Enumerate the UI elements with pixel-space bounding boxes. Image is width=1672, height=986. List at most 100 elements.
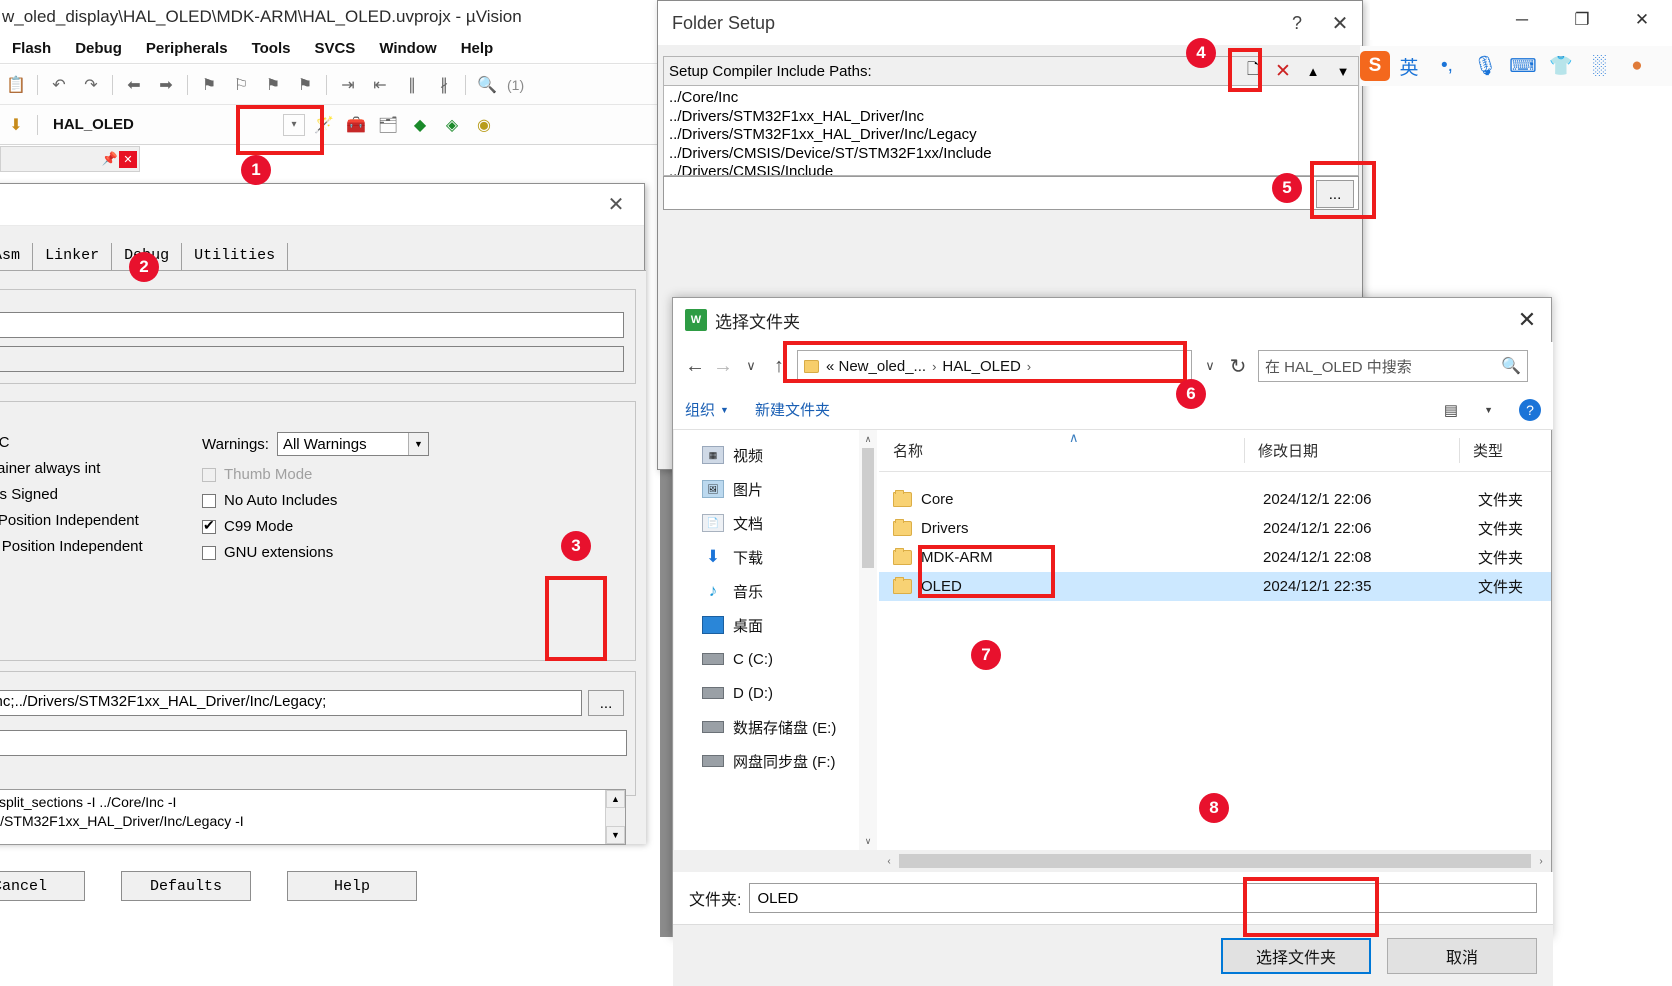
sidebar-item-drive-f[interactable]: 网盘同步盘 (F:): [674, 744, 879, 778]
undefine-field[interactable]: [0, 346, 624, 372]
close-icon[interactable]: ✕: [596, 192, 636, 217]
scroll-down-icon[interactable]: ▼: [606, 826, 625, 844]
indent-right-icon[interactable]: ⇥: [335, 72, 361, 98]
soft-keyboard-icon[interactable]: ⌨: [1504, 47, 1542, 85]
cancel-button[interactable]: Cancel: [0, 871, 85, 901]
scroll-thumb[interactable]: [899, 854, 1531, 868]
scroll-right-icon[interactable]: ›: [1531, 856, 1551, 867]
sidebar-item-documents[interactable]: 📄 文档: [674, 506, 879, 540]
list-item[interactable]: ../Drivers/STM32F1xx_HAL_Driver/Inc/Lega…: [669, 126, 1353, 145]
bookmark-toggle-icon[interactable]: ⚑: [196, 72, 222, 98]
minimize-icon[interactable]: ─: [1492, 0, 1552, 40]
back-icon[interactable]: ←: [681, 351, 709, 381]
table-row[interactable]: Core 2024/12/1 22:06 文件夹: [879, 485, 1551, 514]
breadcrumb-item-1[interactable]: HAL_OLED: [942, 358, 1020, 375]
menu-flash[interactable]: Flash: [0, 38, 63, 59]
cancel-button[interactable]: 取消: [1387, 937, 1537, 974]
include-paths-browse-button[interactable]: ...: [588, 690, 624, 716]
language-mode-icon[interactable]: 英: [1390, 47, 1428, 85]
sidebar-item-music[interactable]: ♪ 音乐: [674, 574, 879, 608]
scroll-thumb[interactable]: [862, 448, 874, 568]
picker-sidebar[interactable]: ▦ 视频 🖼 图片 📄 文档 ⬇ 下载 ♪ 音乐 桌面 C (C:) D (D:…: [674, 430, 879, 850]
column-divider[interactable]: [1459, 438, 1460, 463]
voice-input-icon[interactable]: 🎙: [1466, 47, 1504, 85]
rebuild-all-icon[interactable]: ◈: [439, 112, 465, 138]
defaults-button[interactable]: Defaults: [121, 871, 251, 901]
menu-svcs[interactable]: SVCS: [302, 38, 367, 59]
file-list-horizontal-scrollbar[interactable]: ‹ ›: [879, 850, 1551, 872]
column-header-date[interactable]: 修改日期: [1244, 440, 1459, 461]
view-dropdown-icon[interactable]: ▼: [1484, 405, 1493, 415]
sogou-logo-icon[interactable]: S: [1360, 51, 1390, 81]
bookmark-prev-icon[interactable]: ⚐: [228, 72, 254, 98]
scroll-up-icon[interactable]: ▲: [606, 790, 625, 808]
table-row[interactable]: MDK-ARM 2024/12/1 22:08 文件夹: [879, 543, 1551, 572]
paste-icon[interactable]: 📋: [3, 72, 29, 98]
help-button[interactable]: Help: [287, 871, 417, 901]
tab-debug[interactable]: Debug: [112, 243, 183, 270]
batch-build-icon[interactable]: ◉: [471, 112, 497, 138]
move-up-icon[interactable]: ▲: [1298, 58, 1328, 84]
checkbox-c99-mode[interactable]: C99 Mode: [202, 517, 622, 535]
tab-linker[interactable]: Linker: [33, 243, 113, 270]
toolbox-icon[interactable]: ░: [1580, 47, 1618, 85]
pin-icon[interactable]: 📌: [101, 151, 119, 167]
bookmark-next-icon[interactable]: ⚑: [260, 72, 286, 98]
close-icon[interactable]: ✕: [1612, 0, 1672, 40]
menu-peripherals[interactable]: Peripherals: [134, 38, 240, 59]
sidebar-item-drive-e[interactable]: 数据存储盘 (E:): [674, 710, 879, 744]
tab-utilities[interactable]: Utilities: [182, 243, 289, 270]
organize-button[interactable]: 组织 ▼: [685, 399, 729, 420]
checkbox-no-auto-includes[interactable]: No Auto Includes: [202, 492, 622, 509]
checkbox-enum-container-always-int[interactable]: Enum Container always int: [0, 460, 200, 477]
compiler-control-scrollbar[interactable]: ▲ ▼: [605, 790, 625, 844]
delete-path-icon[interactable]: ✕: [1268, 58, 1298, 84]
scroll-left-icon[interactable]: ‹: [879, 856, 899, 867]
search-icon[interactable]: 🔍: [1501, 356, 1521, 376]
breadcrumb[interactable]: « New_oled_... › HAL_OLED ›: [797, 350, 1192, 382]
maximize-icon[interactable]: ❐: [1552, 0, 1612, 40]
build-target-icon[interactable]: ◆: [407, 112, 433, 138]
new-path-icon[interactable]: 🗋: [1238, 58, 1268, 84]
define-field[interactable]: ER,STM32F103xB: [0, 312, 624, 338]
indent-left-icon[interactable]: ⇤: [367, 72, 393, 98]
tab-asm[interactable]: Asm: [0, 243, 34, 270]
sidebar-item-pictures[interactable]: 🖼 图片: [674, 472, 879, 506]
bookmark-clear-icon[interactable]: ⚑: [292, 72, 318, 98]
list-item[interactable]: ../Drivers/CMSIS/Include: [669, 163, 1353, 175]
download-target-icon[interactable]: ⬇: [3, 112, 29, 138]
manage-run-time-env-icon[interactable]: 🗂: [375, 112, 401, 138]
sidebar-scrollbar[interactable]: ∧ ∨: [859, 430, 877, 850]
sidebar-item-videos[interactable]: ▦ 视频: [674, 438, 879, 472]
breadcrumb-dropdown-icon[interactable]: ∨: [1196, 351, 1224, 381]
menu-window[interactable]: Window: [367, 38, 448, 59]
checkbox-read-only-position-independent[interactable]: Read-Only Position Independent: [0, 512, 200, 529]
list-item[interactable]: ../Drivers/STM32F1xx_HAL_Driver/Inc: [669, 108, 1353, 127]
sidebar-item-drive-d[interactable]: D (D:): [674, 676, 879, 710]
close-icon[interactable]: ✕: [1318, 11, 1362, 36]
list-item[interactable]: ../Core/Inc: [669, 89, 1353, 108]
new-folder-button[interactable]: 新建文件夹: [755, 399, 830, 420]
help-icon[interactable]: ?: [1276, 13, 1318, 34]
warnings-select[interactable]: All Warnings ▼: [276, 432, 429, 456]
forward-icon[interactable]: →: [709, 351, 737, 381]
manage-project-items-icon[interactable]: 🧰: [343, 112, 369, 138]
table-row[interactable]: Drivers 2024/12/1 22:06 文件夹: [879, 514, 1551, 543]
file-list[interactable]: 名称 修改日期 类型 ∧ Core 2024/12/1 22:06 文件夹 Dr…: [879, 430, 1551, 850]
up-one-level-icon[interactable]: ↑: [765, 351, 793, 381]
checkbox-strict-ansi-c[interactable]: Strict ANSI C: [0, 434, 200, 451]
sidebar-item-downloads[interactable]: ⬇ 下载: [674, 540, 879, 574]
undo-icon[interactable]: ↶: [46, 72, 72, 98]
select-folder-button[interactable]: 选择文件夹: [1221, 937, 1371, 974]
navigate-forward-icon[interactable]: ➡: [153, 72, 179, 98]
configure-target-wizard-icon[interactable]: 🪄: [311, 112, 337, 138]
sidebar-item-drive-c[interactable]: C (C:): [674, 642, 879, 676]
search-input[interactable]: 在 HAL_OLED 中搜索 🔍: [1258, 350, 1528, 382]
column-header-type[interactable]: 类型: [1459, 440, 1503, 461]
navigate-back-icon[interactable]: ⬅: [121, 72, 147, 98]
close-pane-icon[interactable]: ✕: [119, 150, 137, 168]
list-item[interactable]: ../Drivers/CMSIS/Device/ST/STM32F1xx/Inc…: [669, 145, 1353, 164]
sidebar-item-desktop[interactable]: 桌面: [674, 608, 879, 642]
include-paths-list[interactable]: ../Core/Inc ../Drivers/STM32F1xx_HAL_Dri…: [663, 86, 1359, 176]
refresh-icon[interactable]: ↻: [1224, 351, 1252, 381]
